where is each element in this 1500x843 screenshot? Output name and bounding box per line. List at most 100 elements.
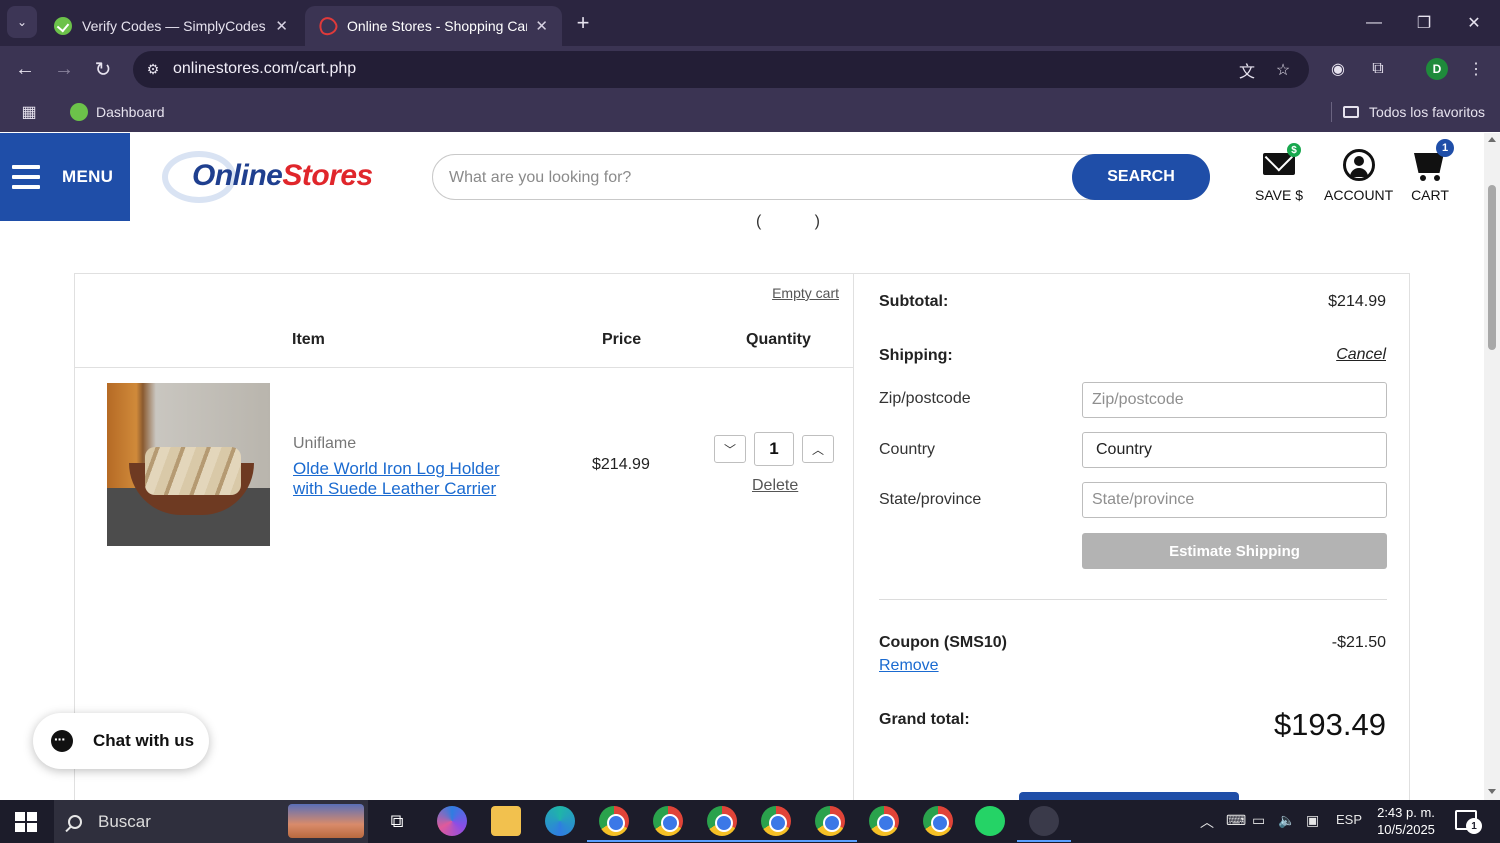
restore-button[interactable]: ❐ [1404, 8, 1444, 38]
language-indicator[interactable]: ESP [1336, 812, 1362, 827]
summary-divider [879, 599, 1387, 600]
bookmarks-divider [1331, 102, 1332, 122]
notification-count-badge: 1 [1466, 818, 1482, 834]
page-viewport: MENU OnlineStores SEARCH $ SAVE $ ACCOUN… [0, 133, 1484, 800]
taskbar-clock[interactable]: 2:43 p. m. 10/5/2025 [1366, 804, 1446, 838]
scrollbar-thumb[interactable] [1488, 185, 1496, 350]
cart-label: CART [1411, 187, 1449, 203]
whatsapp-icon[interactable] [975, 806, 1005, 836]
file-explorer-icon[interactable] [491, 806, 521, 836]
empty-cart-link[interactable]: Empty cart [772, 285, 839, 301]
delete-item-link[interactable]: Delete [752, 477, 798, 495]
grand-total-value: $193.49 [1273, 707, 1386, 742]
keyboard-icon[interactable]: ⌨ [1226, 812, 1246, 829]
cancel-shipping-link[interactable]: Cancel [1336, 346, 1386, 364]
close-tab-icon[interactable]: ✕ [535, 17, 548, 35]
coupon-value: -$21.50 [1331, 634, 1386, 651]
scroll-down-icon[interactable] [1488, 789, 1496, 794]
page-scrollbar[interactable] [1484, 133, 1500, 800]
address-bar[interactable]: ⚙ onlinestores.com/cart.php 文 ☆ [133, 51, 1309, 88]
grand-total-label: Grand total: [879, 711, 970, 728]
tab-search-button[interactable]: ⌄ [7, 6, 37, 38]
browser-menu-icon[interactable]: ⋮ [1464, 57, 1488, 81]
column-header-item: Item [292, 331, 325, 348]
taskbar-search[interactable]: Buscar [54, 800, 368, 843]
estimate-shipping-button[interactable]: Estimate Shipping [1082, 533, 1387, 569]
back-button[interactable]: ← [11, 55, 39, 83]
volume-icon[interactable]: 🔈 [1278, 812, 1295, 829]
browser-tab-bar: ⌄ Verify Codes — SimplyCodes ✕ Online St… [0, 0, 1500, 46]
forward-button[interactable]: → [50, 55, 78, 83]
taskbar: Buscar ⧉ ︿ ⌨ ▭ 🔈 ▣ ESP 2:43 p. m. 10/5/2… [0, 800, 1500, 843]
extension-icon[interactable]: ◉ [1326, 57, 1350, 81]
profile-avatar[interactable]: D [1426, 58, 1448, 80]
chrome-profile-5-icon[interactable] [803, 806, 857, 842]
checkout-button[interactable] [1019, 792, 1239, 800]
reload-button[interactable]: ↻ [89, 55, 117, 83]
bookmarks-bar: ▦ Dashboard Todos los favoritos [0, 92, 1500, 132]
tab-label: Verify Codes — SimplyCodes [82, 18, 266, 34]
close-tab-icon[interactable]: ✕ [275, 17, 288, 35]
increase-quantity-button[interactable]: ︿ [802, 435, 834, 463]
chevron-down-icon: ﹀ [723, 442, 736, 457]
tab-shopping-cart[interactable]: Online Stores - Shopping Cart ✕ [305, 6, 562, 46]
quantity-input[interactable] [754, 432, 794, 466]
show-hidden-icons-icon[interactable]: ︿ [1200, 812, 1214, 832]
meet-now-icon[interactable]: ▣ [1306, 812, 1319, 829]
all-bookmarks-button[interactable]: Todos los favoritos [1343, 101, 1485, 123]
cart-icon: 1 [1410, 139, 1454, 181]
chrome-profile-r-icon[interactable] [695, 806, 749, 842]
state-label: State/province [879, 491, 982, 508]
save-money-link[interactable]: $ SAVE $ [1255, 143, 1303, 207]
windows-start-icon[interactable] [15, 812, 37, 832]
scroll-up-icon[interactable] [1488, 137, 1496, 142]
remove-coupon-link[interactable]: Remove [879, 657, 939, 675]
account-link[interactable]: ACCOUNT [1324, 147, 1393, 207]
taskbar-search-label: Buscar [98, 811, 151, 831]
subtotal-label: Subtotal: [879, 293, 949, 310]
translate-icon[interactable]: 文 [1235, 58, 1259, 82]
edge-icon[interactable] [545, 806, 575, 836]
product-image[interactable] [107, 383, 270, 546]
onlinestores-favicon-icon [316, 14, 340, 38]
bookmark-star-icon[interactable]: ☆ [1271, 58, 1295, 82]
chat-widget-button[interactable]: Chat with us [33, 713, 209, 769]
apps-grid-icon[interactable]: ▦ [18, 101, 40, 123]
site-info-icon[interactable]: ⚙ [141, 57, 165, 81]
chrome-profile-6-icon[interactable] [869, 806, 899, 836]
country-select[interactable]: Country [1082, 432, 1387, 468]
coupon-label: Coupon (SMS10) [879, 634, 1007, 651]
bookmark-dashboard[interactable]: Dashboard [70, 101, 165, 123]
menu-button[interactable]: MENU [0, 133, 130, 221]
tab-verify-codes[interactable]: Verify Codes — SimplyCodes ✕ [40, 6, 302, 46]
minimize-button[interactable]: — [1354, 8, 1394, 38]
chrome-profile-d2-icon[interactable] [749, 806, 803, 842]
shipping-label: Shipping: [879, 347, 953, 364]
task-view-icon[interactable]: ⧉ [382, 806, 412, 836]
partially-hidden-text: ( ) [756, 213, 820, 230]
dollar-badge-icon: $ [1287, 143, 1301, 157]
network-icon[interactable]: ▭ [1252, 812, 1265, 829]
chat-label: Chat with us [93, 731, 195, 750]
search-input[interactable] [449, 166, 1049, 190]
site-logo[interactable]: OnlineStores [162, 149, 374, 205]
cart-link[interactable]: 1 CART [1410, 139, 1454, 207]
close-window-button[interactable]: ✕ [1454, 8, 1494, 38]
decrease-quantity-button[interactable]: ﹀ [714, 435, 746, 463]
new-tab-button[interactable]: + [570, 10, 596, 36]
dashboard-favicon-icon [70, 103, 88, 121]
chrome-profile-2-icon[interactable] [641, 806, 695, 842]
search-button[interactable]: SEARCH [1072, 154, 1210, 200]
table-divider [75, 367, 853, 368]
pinned-app-icon[interactable] [1017, 806, 1071, 842]
copilot-icon[interactable] [437, 806, 467, 836]
state-input[interactable] [1082, 482, 1387, 518]
extensions-puzzle-icon[interactable]: ⧉ [1366, 57, 1390, 81]
chrome-profile-7-icon[interactable] [923, 806, 953, 836]
product-name-link[interactable]: Olde World Iron Log Holder with Suede Le… [293, 459, 533, 499]
zip-input[interactable] [1082, 382, 1387, 418]
menu-label: MENU [62, 167, 114, 186]
chat-bubble-icon [51, 730, 73, 752]
url-text[interactable]: onlinestores.com/cart.php [173, 60, 356, 78]
chrome-profile-d-icon[interactable] [587, 806, 641, 842]
